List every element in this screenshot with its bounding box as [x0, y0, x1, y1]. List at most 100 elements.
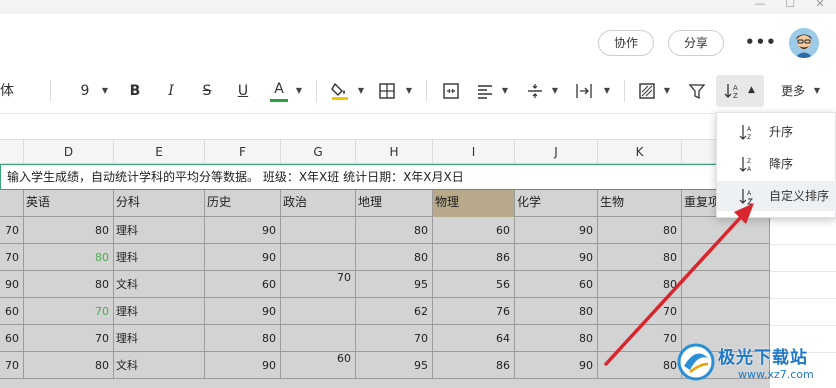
table-cell[interactable]: 86 — [433, 352, 515, 379]
column-header-j[interactable]: J — [515, 140, 598, 164]
chevron-down-icon[interactable]: ▼ — [550, 80, 560, 102]
table-cell[interactable]: 70 — [24, 325, 114, 352]
table-cell[interactable]: 80 — [598, 217, 682, 244]
menu-item-custom-sort[interactable]: A 自定义排序 — [717, 181, 836, 211]
table-cell[interactable]: 文科 — [114, 352, 205, 379]
close-icon[interactable]: ✕ — [806, 0, 834, 12]
collaborate-button[interactable]: 协作 — [598, 30, 654, 56]
table-cell[interactable]: 70 — [0, 244, 24, 271]
table-cell[interactable]: 60 — [205, 271, 281, 298]
header-cell-history[interactable]: 历史 — [205, 190, 281, 217]
table-cell[interactable]: 80 — [356, 217, 433, 244]
merge-cells-icon[interactable] — [442, 80, 460, 102]
sort-button[interactable]: A Z ▲ — [716, 75, 764, 107]
table-cell[interactable]: 70 — [0, 352, 24, 379]
menu-item-ascending[interactable]: A Z 升序 — [717, 117, 836, 147]
font-name-select[interactable]: 体 — [0, 80, 14, 102]
minimize-icon[interactable]: — — [746, 0, 774, 12]
column-header-d[interactable]: D — [24, 140, 114, 164]
table-cell[interactable]: 70 — [598, 298, 682, 325]
header-cell-chemistry[interactable]: 化学 — [515, 190, 598, 217]
notice-row[interactable]: 输入学生成绩，自动统计学科的平均分等数据。 班级：X年X班 统计日期：X年X月X… — [0, 164, 770, 190]
table-cell[interactable]: 80 — [24, 244, 114, 271]
strikethrough-button[interactable]: S — [198, 80, 216, 102]
table-cell[interactable]: 80 — [24, 217, 114, 244]
column-header-g[interactable]: G — [281, 140, 356, 164]
table-cell[interactable]: 60 — [0, 325, 24, 352]
chevron-down-icon[interactable]: ▼ — [500, 80, 510, 102]
underline-button[interactable]: U — [234, 80, 252, 102]
table-cell[interactable] — [682, 271, 770, 298]
column-header-c[interactable] — [0, 140, 24, 164]
table-cell[interactable]: 80 — [598, 244, 682, 271]
chevron-up-icon[interactable]: ▲ — [748, 85, 755, 95]
header-cell-biology[interactable]: 生物 — [598, 190, 682, 217]
font-size-select[interactable]: 9 — [78, 80, 92, 102]
column-header-f[interactable]: F — [205, 140, 281, 164]
table-cell[interactable]: 60 — [515, 271, 598, 298]
header-cell-geography[interactable]: 地理 — [356, 190, 433, 217]
italic-button[interactable]: I — [162, 80, 180, 102]
avatar[interactable] — [789, 28, 819, 58]
column-header-i[interactable]: I — [433, 140, 515, 164]
table-cell[interactable]: 76 — [433, 298, 515, 325]
table-cell[interactable]: 70 — [24, 298, 114, 325]
table-cell[interactable]: 80 — [356, 244, 433, 271]
table-cell[interactable]: 理科 — [114, 298, 205, 325]
table-cell[interactable] — [0, 190, 24, 217]
table-cell[interactable] — [281, 298, 356, 325]
table-cell[interactable]: 70 — [281, 271, 356, 298]
filter-icon[interactable] — [688, 80, 706, 102]
formula-bar[interactable] — [0, 114, 836, 140]
table-cell[interactable] — [281, 325, 356, 352]
table-cell[interactable] — [682, 244, 770, 271]
table-cell[interactable]: 56 — [433, 271, 515, 298]
table-cell[interactable] — [281, 244, 356, 271]
chevron-down-icon[interactable]: ▼ — [602, 80, 612, 102]
chevron-down-icon[interactable]: ▼ — [812, 80, 822, 102]
more-options-icon[interactable]: ••• — [745, 33, 777, 51]
conditional-format-icon[interactable] — [638, 80, 656, 102]
table-cell[interactable]: 理科 — [114, 325, 205, 352]
table-cell[interactable]: 95 — [356, 352, 433, 379]
table-cell[interactable]: 80 — [24, 271, 114, 298]
table-cell[interactable]: 70 — [0, 217, 24, 244]
table-cell[interactable]: 90 — [515, 244, 598, 271]
table-cell[interactable]: 文科 — [114, 271, 205, 298]
maximize-icon[interactable]: ☐ — [776, 0, 804, 12]
table-cell[interactable]: 理科 — [114, 244, 205, 271]
border-icon[interactable] — [378, 80, 396, 102]
table-cell[interactable]: 62 — [356, 298, 433, 325]
more-button[interactable]: 更多 — [776, 80, 810, 102]
bold-button[interactable]: B — [126, 80, 144, 102]
menu-item-descending[interactable]: Z A 降序 — [717, 149, 836, 179]
table-cell[interactable]: 60 — [281, 352, 356, 379]
fill-color-icon[interactable] — [330, 80, 350, 102]
table-cell[interactable] — [281, 217, 356, 244]
table-cell[interactable]: 90 — [205, 244, 281, 271]
table-cell[interactable]: 80 — [515, 298, 598, 325]
table-cell[interactable]: 90 — [205, 352, 281, 379]
header-cell-politics[interactable]: 政治 — [281, 190, 356, 217]
chevron-down-icon[interactable]: ▼ — [100, 80, 110, 102]
chevron-down-icon[interactable]: ▼ — [404, 80, 414, 102]
column-header-e[interactable]: E — [114, 140, 205, 164]
chevron-down-icon[interactable]: ▼ — [662, 80, 672, 102]
table-cell[interactable]: 90 — [205, 298, 281, 325]
align-left-icon[interactable] — [476, 80, 494, 102]
table-cell[interactable]: 86 — [433, 244, 515, 271]
chevron-down-icon[interactable]: ▼ — [356, 80, 366, 102]
table-cell[interactable]: 64 — [433, 325, 515, 352]
table-cell[interactable] — [682, 217, 770, 244]
table-cell[interactable]: 80 — [598, 352, 682, 379]
table-cell[interactable] — [682, 298, 770, 325]
table-cell[interactable]: 80 — [24, 352, 114, 379]
table-cell[interactable]: 60 — [433, 217, 515, 244]
table-cell[interactable]: 理科 — [114, 217, 205, 244]
table-cell[interactable]: 80 — [205, 325, 281, 352]
share-button[interactable]: 分享 — [668, 30, 724, 56]
table-cell[interactable]: 60 — [0, 298, 24, 325]
vertical-align-icon[interactable] — [526, 80, 544, 102]
column-header-h[interactable]: H — [356, 140, 433, 164]
header-cell-physics[interactable]: 物理 — [433, 190, 515, 217]
